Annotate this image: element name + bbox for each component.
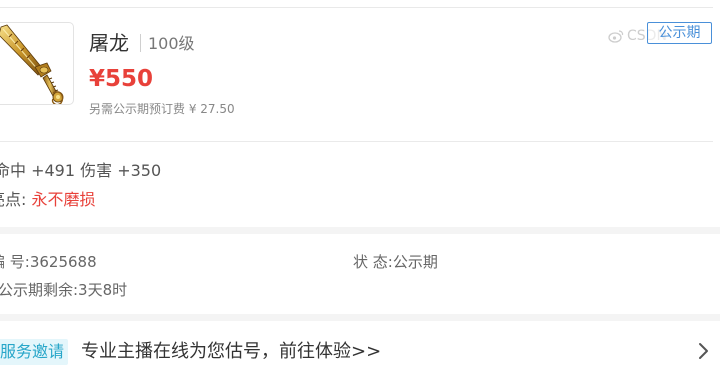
serial-number: 编 号:3625688 (0, 253, 97, 271)
divider (0, 141, 713, 142)
chevron-right-icon[interactable] (697, 341, 711, 361)
item-detail-page: 屠龙 100级 ¥550 另需公示期预订费 ¥ 27.50 CSDN 公示期 命… (0, 0, 720, 370)
golden-sword-image (0, 24, 64, 104)
section-separator (0, 314, 720, 321)
remaining-time: 公示期剩余:3天8时 (0, 281, 128, 299)
item-level: 100级 (148, 34, 195, 53)
service-invite-tag[interactable]: 服务邀请 (0, 339, 69, 365)
highlight-value: 永不磨损 (31, 190, 96, 209)
item-highlight: 亮点: 永不磨损 (0, 189, 96, 211)
weibo-icon (608, 30, 624, 43)
section-separator (0, 227, 720, 234)
listing-status: 状 态:公示期 (353, 253, 438, 271)
item-stats: 命中 +491 伤害 +350 (0, 161, 162, 180)
item-price: ¥550 (89, 66, 154, 92)
item-name: 屠龙 (89, 31, 129, 55)
status-badge: 公示期 (647, 22, 712, 44)
title-divider (140, 34, 141, 52)
item-thumbnail[interactable] (0, 22, 74, 105)
divider (0, 7, 713, 8)
highlight-label: 亮点: (0, 190, 27, 209)
reservation-fee-note: 另需公示期预订费 ¥ 27.50 (89, 102, 235, 116)
service-invite-link[interactable]: 专业主播在线为您估号，前往体验>> (81, 340, 381, 364)
